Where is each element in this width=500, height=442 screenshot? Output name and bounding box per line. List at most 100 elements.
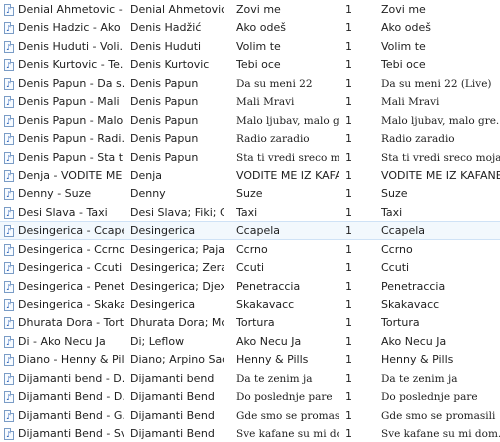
file-row[interactable]: ♪ Denis Papun - Mali ... Denis Papun Mali M…	[0, 92, 500, 110]
track-number-cell: 1	[345, 334, 352, 348]
music-note-icon: ♪	[6, 374, 12, 384]
document-icon: ♪	[4, 391, 14, 404]
title-cell: Taxi	[236, 205, 258, 219]
album-cell: Malo ljubav, malo gre...	[381, 114, 500, 127]
album-cell: Tortura	[381, 316, 420, 330]
music-note-icon: ♪	[6, 42, 12, 52]
audio-file-icon: ♪	[4, 40, 15, 53]
file-name: Denis Kurtovic - Te...	[18, 58, 124, 72]
audio-file-icon: ♪	[4, 335, 15, 348]
title-cell: Ccapela	[236, 224, 281, 238]
album-cell: Sve kafane su mi dom...	[381, 428, 500, 441]
artist-cell: Dijamanti Bend	[130, 427, 215, 441]
document-icon: ♪	[4, 372, 14, 385]
track-number-cell: 1	[345, 298, 352, 311]
audio-file-icon: ♪	[4, 114, 15, 127]
music-note-icon: ♪	[6, 245, 12, 255]
audio-file-icon: ♪	[4, 151, 15, 164]
file-row[interactable]: ♪ Dijamanti Bend - G... Dijamanti Bend Gde …	[0, 406, 500, 424]
music-note-icon: ♪	[6, 24, 12, 34]
file-row[interactable]: ♪ Dijamanti Bend - Sv... Dijamanti Bend Sve…	[0, 424, 500, 442]
file-name: Desingerica - Skaka...	[18, 298, 124, 311]
document-icon: ♪	[4, 409, 14, 422]
file-row[interactable]: ♪ Denis Papun - Sta ti... Denis Papun Sta t…	[0, 148, 500, 166]
document-icon: ♪	[4, 225, 14, 238]
file-row[interactable]: ♪ Desi Slava - Taxi Desi Slava; Fiki; Ga..…	[0, 203, 500, 221]
music-note-icon: ♪	[6, 79, 12, 89]
music-note-icon: ♪	[6, 227, 12, 237]
file-name: Diano - Henny & Pills	[18, 353, 124, 367]
file-row[interactable]: ♪ Denis Hadzic - Ako ... Denis Hadžić Ako o…	[0, 18, 500, 36]
file-row[interactable]: ♪ Desingerica - Penet... Desingerica; Djex…	[0, 277, 500, 295]
track-number-cell: 1	[345, 316, 352, 330]
album-cell: Suze	[381, 187, 408, 201]
file-row[interactable]: ♪ Diano - Henny & Pills Diano; Arpino Sach…	[0, 350, 500, 368]
file-row[interactable]: ♪ Denis Huduti - Voli... Denis Huduti Volim…	[0, 37, 500, 55]
audio-file-icon: ♪	[4, 22, 15, 35]
audio-file-icon: ♪	[4, 243, 15, 256]
file-row[interactable]: ♪ Dhurata Dora - Tort... Dhurata Dora; Mc …	[0, 313, 500, 331]
track-number-cell: 1	[345, 76, 352, 90]
file-name: Dhurata Dora - Tort...	[18, 316, 124, 330]
artist-cell: Dijamanti Bend	[130, 408, 215, 422]
artist-cell: Denny	[130, 187, 166, 201]
audio-file-icon: ♪	[4, 96, 15, 109]
music-note-icon: ♪	[6, 411, 12, 421]
document-icon: ♪	[4, 299, 14, 311]
file-row[interactable]: ♪ Desingerica - Ccrno Desingerica; Pajak..…	[0, 240, 500, 258]
file-name: Denis Hadzic - Ako ...	[18, 21, 124, 35]
file-row[interactable]: ♪ Denis Papun - Radi... Denis Papun Radio z…	[0, 129, 500, 147]
music-note-icon: ♪	[6, 393, 12, 403]
track-number-cell: 1	[345, 371, 352, 385]
document-icon: ♪	[4, 317, 14, 330]
track-number-cell: 1	[345, 113, 352, 127]
album-cell: Henny & Pills	[381, 353, 454, 367]
file-name: Di - Ako Necu Ja	[18, 334, 106, 348]
document-icon: ♪	[4, 96, 14, 109]
album-cell: Skakavacc	[381, 298, 440, 311]
title-cell: Radio zaradio	[236, 133, 310, 146]
file-row[interactable]: ♪ Denis Papun - Malo... Denis Papun Malo lj…	[0, 111, 500, 129]
file-row[interactable]: ♪ Denial Ahmetovic - ... Denial Ahmetovic;…	[0, 0, 500, 18]
document-icon: ♪	[4, 59, 14, 72]
file-row[interactable]: ♪ Denny - Suze Denny Suze 1 Suze	[0, 184, 500, 202]
music-note-icon: ♪	[6, 135, 12, 145]
audio-file-icon: ♪	[4, 225, 15, 238]
file-row[interactable]: ♪ Dijamanti Bend - D... Dijamanti Bend Do p…	[0, 387, 500, 405]
file-row[interactable]: ♪ Denis Papun - Da s... Denis Papun Da su m…	[0, 74, 500, 92]
album-cell: Taxi	[381, 205, 403, 219]
file-name: Denis Papun - Sta ti...	[18, 150, 124, 164]
file-row[interactable]: ♪ Desingerica - Skaka... Desingerica Skakav…	[0, 295, 500, 313]
track-number-cell: 1	[345, 353, 352, 367]
audio-file-icon: ♪	[4, 299, 15, 311]
audio-file-icon: ♪	[4, 262, 15, 275]
music-note-icon: ♪	[6, 301, 12, 310]
track-number-cell: 1	[345, 3, 352, 16]
file-row[interactable]: ♪ Denis Kurtovic - Te... Denis Kurtovic Teb…	[0, 55, 500, 73]
document-icon: ♪	[4, 188, 14, 201]
artist-cell: Denis Papun	[130, 95, 199, 109]
title-cell: Ccuti	[236, 261, 265, 275]
track-number-cell: 1	[345, 187, 352, 201]
file-name: Dijamanti Bend - D...	[18, 390, 124, 404]
file-row[interactable]: ♪ Denja - VODITE ME ... Denja VODITE ME IZ …	[0, 166, 500, 184]
document-icon: ♪	[4, 133, 14, 146]
file-row[interactable]: ♪ Di - Ako Necu Ja Di; Leflow Ako Necu Ja 1 A…	[0, 332, 500, 350]
album-cell: Penetraccia	[381, 279, 446, 293]
file-row[interactable]: ♪ Desingerica - Ccapela Desingerica Ccapela…	[0, 221, 500, 240]
file-name: Denis Huduti - Voli...	[18, 39, 124, 53]
audio-file-icon: ♪	[4, 4, 15, 16]
document-icon: ♪	[4, 40, 14, 53]
music-note-icon: ♪	[6, 153, 12, 163]
file-row[interactable]: ♪ Dijamanti bend - D... Dijamanti bend Da t…	[0, 369, 500, 387]
track-number-cell: 1	[345, 408, 352, 422]
artist-cell: Diano; Arpino Sachi	[130, 353, 224, 367]
title-cell: Gde smo se promasili	[236, 409, 339, 422]
title-cell: Tortura	[236, 316, 275, 330]
audio-file-icon: ♪	[4, 59, 15, 72]
file-row[interactable]: ♪ Desingerica - Ccuti Desingerica; Zera Ccu…	[0, 258, 500, 276]
album-cell: Mali Mravi	[381, 96, 440, 109]
album-cell: Volim te	[381, 39, 426, 53]
artist-cell: Denis Papun	[130, 113, 199, 127]
artist-cell: Dhurata Dora; Mc ...	[130, 316, 224, 330]
